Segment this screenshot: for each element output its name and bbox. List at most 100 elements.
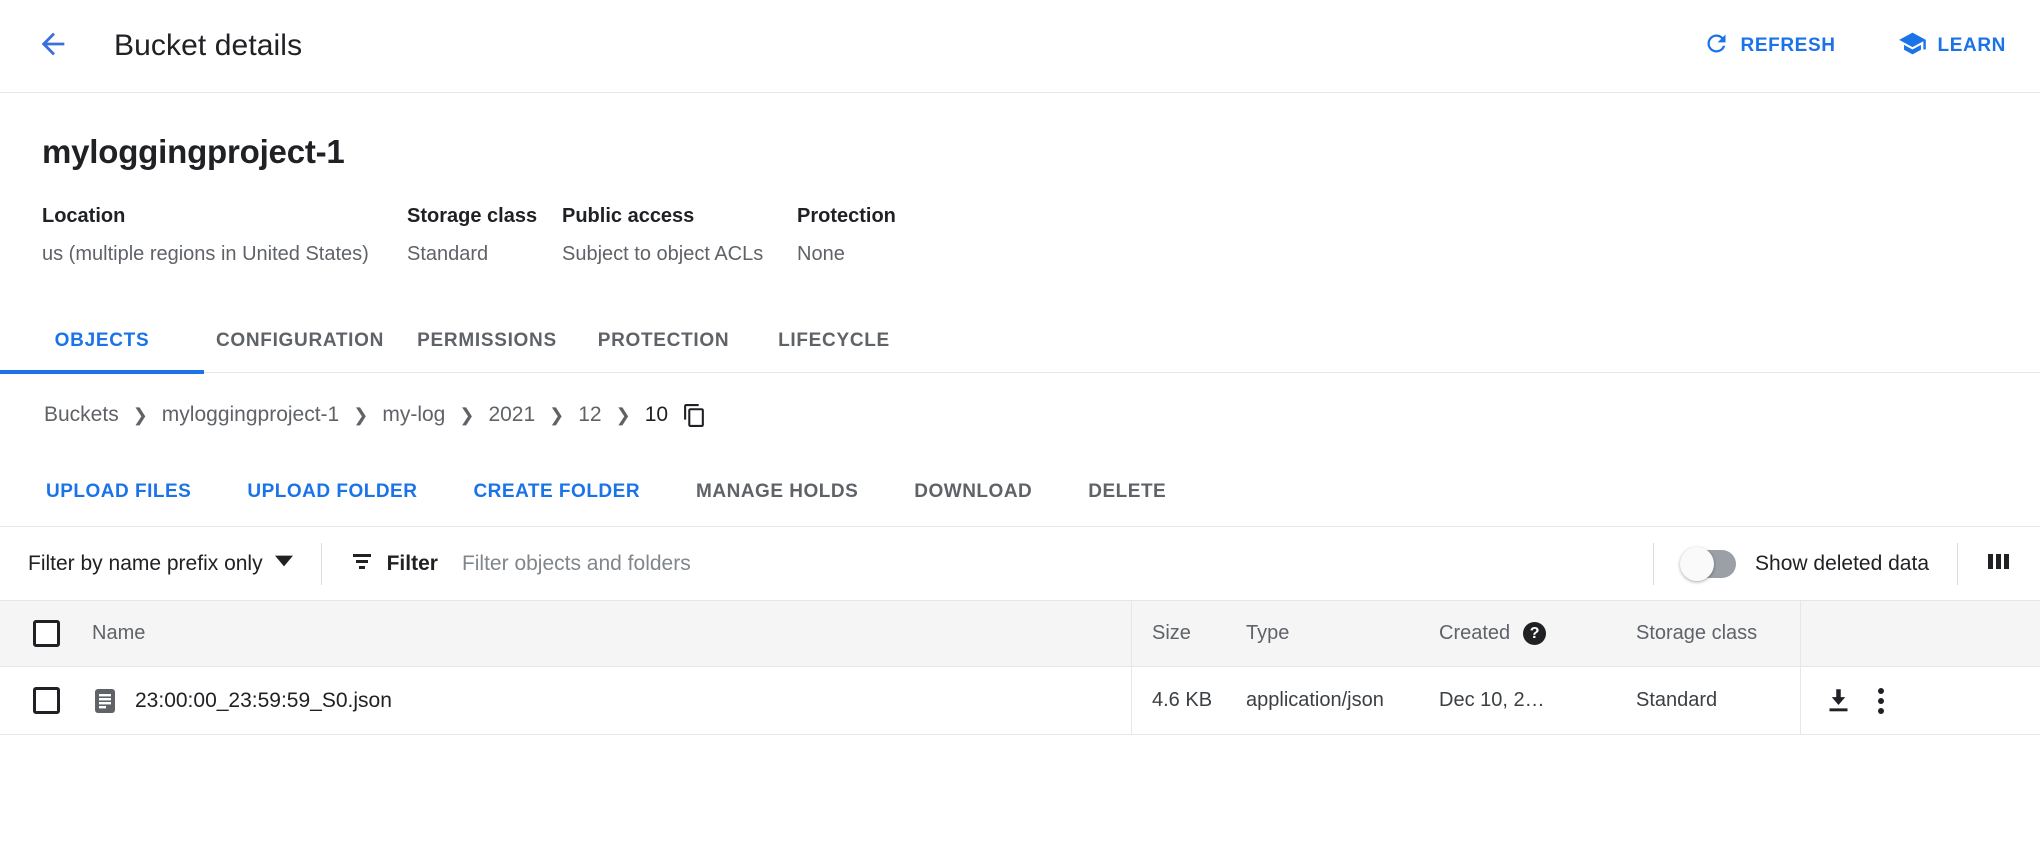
tab-lifecycle[interactable]: LIFECYCLE	[749, 310, 919, 373]
school-icon	[1898, 29, 1927, 64]
column-header-tools	[1800, 601, 2040, 666]
columns-button[interactable]	[1986, 548, 2012, 579]
download-button[interactable]: DOWNLOAD	[914, 481, 1032, 503]
row-name-cell[interactable]: 23:00:00_23:59:59_S0.json	[92, 667, 1131, 734]
create-folder-button[interactable]: CREATE FOLDER	[473, 481, 640, 503]
tab-objects[interactable]: OBJECTS	[0, 310, 204, 373]
select-all-checkbox[interactable]	[33, 620, 60, 647]
object-name[interactable]: 23:00:00_23:59:59_S0.json	[135, 689, 392, 713]
metadata-location: Location us (multiple regions in United …	[42, 205, 407, 266]
breadcrumb-item-10: 10	[645, 403, 668, 427]
metadata-value: Subject to object ACLs	[562, 243, 797, 266]
arrow-back-icon	[36, 27, 70, 66]
metadata-public-access: Public access Subject to object ACLs	[562, 205, 797, 266]
filter-input[interactable]	[462, 552, 982, 576]
row-size-cell: 4.6 KB	[1131, 667, 1246, 734]
metadata-label: Location	[42, 205, 407, 228]
kebab-dot	[1878, 708, 1884, 714]
back-button[interactable]	[30, 23, 76, 69]
breadcrumb-separator-icon: ❯	[459, 405, 474, 426]
row-type-cell: application/json	[1246, 667, 1439, 734]
metadata-storage-class: Storage class Standard	[407, 205, 562, 266]
json-file-icon	[92, 688, 118, 714]
object-size: 4.6 KB	[1152, 689, 1212, 712]
toggle-divider	[1653, 543, 1654, 585]
tab-label: PROTECTION	[598, 330, 730, 352]
filter-mode-label: Filter by name prefix only	[28, 552, 263, 576]
refresh-icon	[1703, 30, 1730, 63]
tab-permissions[interactable]: PERMISSIONS	[396, 310, 578, 373]
breadcrumb-separator-icon: ❯	[549, 405, 564, 426]
kebab-dot	[1878, 688, 1884, 694]
select-all-cell	[0, 601, 92, 666]
metadata-label: Protection	[797, 205, 997, 228]
column-label: Name	[92, 622, 145, 645]
manage-holds-button[interactable]: MANAGE HOLDS	[696, 481, 858, 503]
page-title: Bucket details	[114, 29, 302, 63]
metadata-value: Standard	[407, 243, 562, 266]
metadata-value: us (multiple regions in United States)	[42, 243, 407, 266]
toggle-track[interactable]	[1682, 550, 1736, 578]
breadcrumb-item-bucket[interactable]: myloggingproject-1	[162, 403, 339, 427]
column-label: Size	[1152, 622, 1191, 645]
columns-divider	[1957, 543, 1958, 585]
delete-button[interactable]: DELETE	[1088, 481, 1166, 503]
metadata-label: Public access	[562, 205, 797, 228]
breadcrumb-item-12[interactable]: 12	[578, 403, 601, 427]
filter-mode-dropdown[interactable]: Filter by name prefix only	[28, 552, 293, 576]
tab-protection[interactable]: PROTECTION	[578, 310, 749, 373]
metadata-label: Storage class	[407, 205, 562, 228]
download-icon[interactable]	[1825, 687, 1852, 714]
metadata-value: None	[797, 243, 997, 266]
show-deleted-data-label: Show deleted data	[1755, 552, 1929, 576]
breadcrumb-item-2021[interactable]: 2021	[488, 403, 535, 427]
breadcrumb-item-my-log[interactable]: my-log	[382, 403, 445, 427]
column-label: Storage class	[1636, 622, 1757, 645]
table-row[interactable]: 23:00:00_23:59:59_S0.json 4.6 KB applica…	[0, 667, 2040, 735]
breadcrumb-item-buckets[interactable]: Buckets	[44, 403, 119, 427]
column-header-type[interactable]: Type	[1246, 601, 1439, 666]
tab-configuration[interactable]: CONFIGURATION	[204, 310, 396, 373]
tab-label: LIFECYCLE	[778, 330, 890, 352]
copy-icon[interactable]	[682, 403, 707, 428]
filter-divider	[321, 543, 322, 585]
filter-button[interactable]: Filter	[350, 549, 438, 579]
bucket-metadata-row: Location us (multiple regions in United …	[42, 205, 2040, 266]
learn-button[interactable]: LEARN	[1898, 29, 2006, 64]
column-header-name[interactable]: Name	[92, 601, 1131, 666]
learn-label: LEARN	[1938, 35, 2006, 57]
refresh-button[interactable]: REFRESH	[1703, 30, 1836, 63]
row-checkbox[interactable]	[33, 687, 60, 714]
refresh-label: REFRESH	[1741, 35, 1836, 57]
object-storage-class: Standard	[1636, 689, 1717, 712]
toggle-knob	[1680, 547, 1714, 581]
filter-icon	[350, 549, 374, 579]
object-type: application/json	[1246, 689, 1384, 712]
column-header-size[interactable]: Size	[1131, 601, 1246, 666]
chevron-down-icon	[275, 552, 293, 576]
object-actions-toolbar: UPLOAD FILES UPLOAD FOLDER CREATE FOLDER…	[0, 457, 2040, 527]
help-icon[interactable]: ?	[1523, 622, 1546, 645]
breadcrumb: Buckets ❯ myloggingproject-1 ❯ my-log ❯ …	[0, 373, 2040, 457]
show-deleted-data-toggle[interactable]: Show deleted data	[1682, 550, 1929, 578]
objects-table: Name Size Type Created ? Storage class	[0, 601, 2040, 735]
column-label: Type	[1246, 622, 1289, 645]
row-select-cell	[0, 667, 92, 734]
bucket-name: myloggingproject-1	[42, 133, 2040, 171]
column-header-created[interactable]: Created ?	[1439, 601, 1636, 666]
tab-label: OBJECTS	[55, 330, 150, 352]
row-tools-cell	[1800, 667, 2040, 734]
breadcrumb-separator-icon: ❯	[133, 405, 148, 426]
breadcrumb-separator-icon: ❯	[616, 405, 631, 426]
tab-bar: OBJECTS CONFIGURATION PERMISSIONS PROTEC…	[0, 310, 2040, 373]
upload-files-button[interactable]: UPLOAD FILES	[46, 481, 191, 503]
tab-label: CONFIGURATION	[216, 330, 384, 352]
app-bar: Bucket details REFRESH LEARN	[0, 0, 2040, 93]
row-storage-class-cell: Standard	[1636, 667, 1800, 734]
kebab-dot	[1878, 698, 1884, 704]
upload-folder-button[interactable]: UPLOAD FOLDER	[247, 481, 417, 503]
tab-label: PERMISSIONS	[417, 330, 557, 352]
more-vert-icon[interactable]	[1878, 688, 1884, 714]
column-header-storage-class[interactable]: Storage class	[1636, 601, 1800, 666]
object-created: Dec 10, 2…	[1439, 689, 1545, 712]
